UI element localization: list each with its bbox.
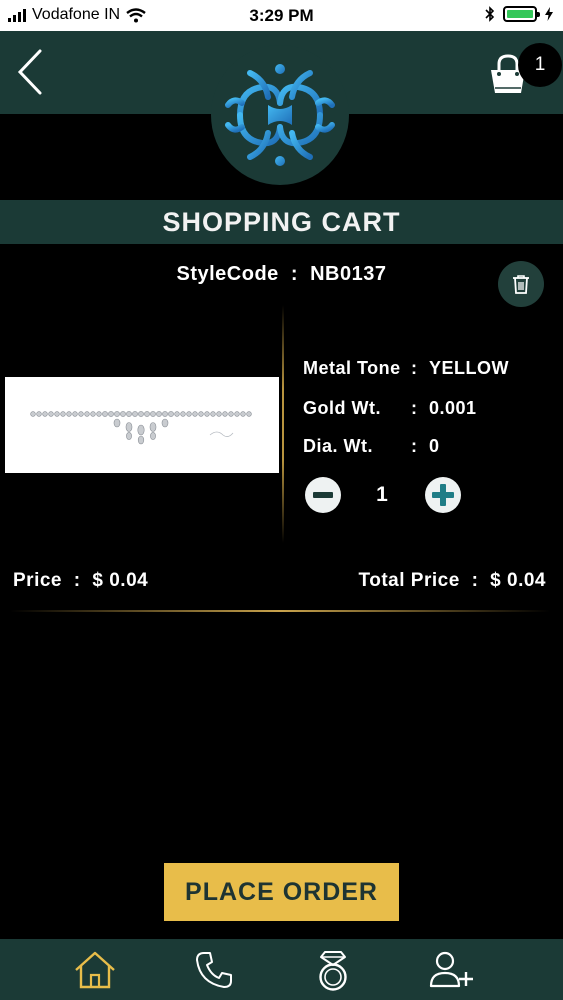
cart-count-badge: 1: [518, 43, 562, 87]
battery-icon: [503, 6, 540, 22]
back-button[interactable]: [10, 47, 50, 97]
style-code-separator: :: [290, 263, 299, 285]
gold-weight-row: Gold Wt. : 0.001: [303, 398, 477, 419]
total-price-value: $ 0.04: [490, 570, 546, 591]
necklace-icon: [30, 411, 252, 445]
plus-icon: [432, 484, 454, 506]
vertical-divider: [282, 305, 284, 543]
price-line: Price : $ 0.04: [13, 570, 148, 592]
charging-icon: [545, 7, 553, 21]
increase-quantity-button[interactable]: [425, 477, 461, 513]
trash-icon: [513, 275, 529, 294]
diamond-weight-value: 0: [429, 436, 440, 456]
brand-logo: [211, 45, 349, 185]
place-order-label: PLACE ORDER: [185, 877, 378, 906]
gold-weight-value: 0.001: [429, 398, 477, 418]
phone-icon: [196, 952, 232, 988]
delete-item-button[interactable]: [498, 261, 544, 307]
status-bar: Vodafone IN 3:29 PM: [0, 0, 563, 31]
product-image: [5, 377, 279, 473]
page-title: SHOPPING CART: [162, 206, 401, 237]
logo-emblem-icon: [225, 64, 335, 166]
total-price-separator: :: [471, 570, 479, 591]
status-time: 3:29 PM: [249, 6, 314, 25]
metal-tone-label: Metal Tone: [303, 358, 401, 378]
status-right: [485, 6, 553, 22]
tab-ring[interactable]: [309, 947, 357, 993]
bottom-tab-bar: [0, 939, 563, 1000]
metal-tone-row: Metal Tone : YELLOW: [303, 358, 509, 379]
home-icon: [75, 951, 115, 989]
price-separator: :: [73, 570, 81, 591]
metal-tone-value: YELLOW: [429, 358, 509, 378]
style-code-label: StyleCode: [176, 263, 279, 285]
ring-icon: [319, 951, 347, 991]
gold-weight-separator: :: [411, 398, 418, 418]
style-code-value: NB0137: [310, 263, 387, 285]
total-price-label: Total Price: [358, 570, 460, 591]
gold-weight-label: Gold Wt.: [303, 398, 381, 418]
style-code-line: StyleCode : NB0137: [0, 263, 563, 286]
quantity-value: 1: [376, 483, 388, 506]
diamond-weight-row: Dia. Wt. : 0: [303, 436, 440, 457]
tab-home[interactable]: [71, 947, 119, 993]
horizontal-divider: [10, 610, 550, 612]
tab-call[interactable]: [190, 947, 238, 993]
decrease-quantity-button[interactable]: [305, 477, 341, 513]
place-order-button[interactable]: PLACE ORDER: [164, 863, 399, 921]
diamond-weight-separator: :: [411, 436, 418, 456]
total-price-line: Total Price : $ 0.04: [359, 570, 546, 592]
price-label: Price: [13, 570, 62, 591]
price-value: $ 0.04: [92, 570, 149, 591]
add-user-icon: [429, 951, 473, 988]
chevron-left-icon: [17, 49, 42, 95]
metal-tone-separator: :: [411, 358, 418, 378]
tab-add-user[interactable]: [428, 947, 476, 993]
minus-icon: [313, 492, 333, 498]
bluetooth-icon: [485, 6, 495, 22]
page-title-bar: SHOPPING CART: [0, 200, 563, 244]
diamond-weight-label: Dia. Wt.: [303, 436, 373, 456]
